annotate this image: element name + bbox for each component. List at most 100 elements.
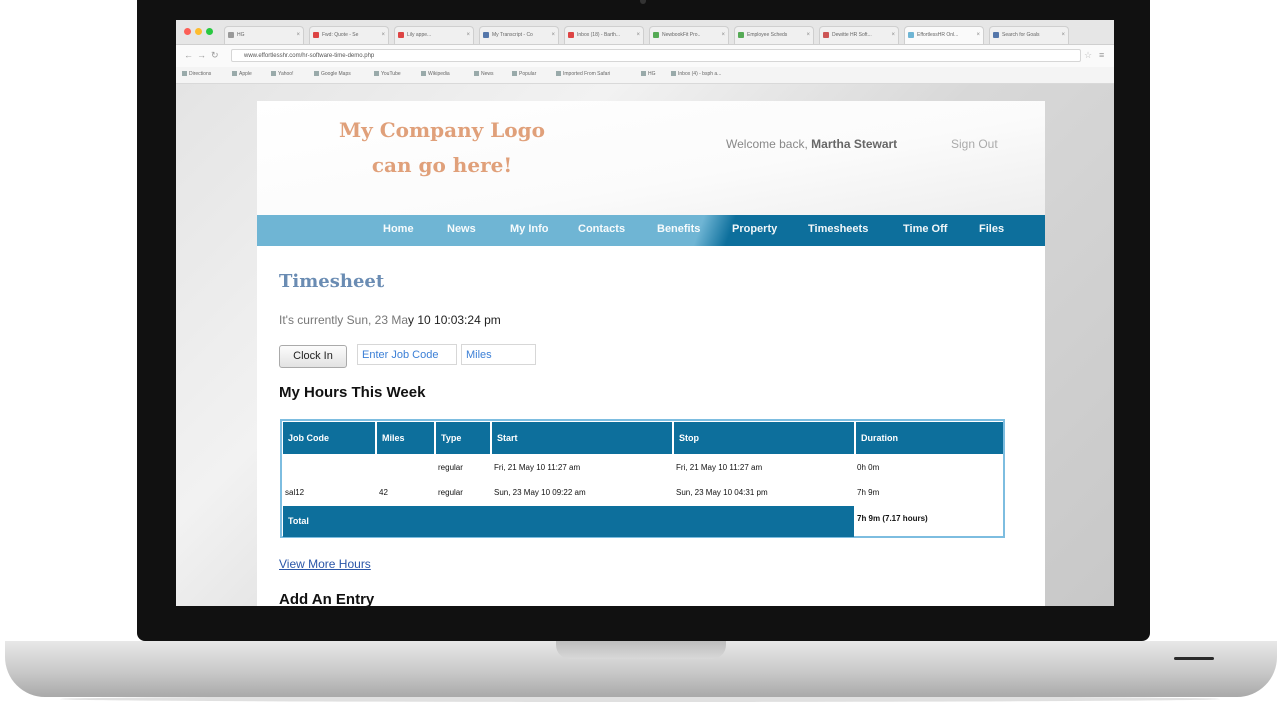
close-tab-icon[interactable]: × <box>466 27 470 44</box>
close-tab-icon[interactable]: × <box>381 27 385 44</box>
welcome-prefix: Welcome back, <box>726 137 808 151</box>
browser-tab[interactable]: Search for Goals × <box>989 26 1069 44</box>
bookmark-star-icon[interactable]: ☆ <box>1084 50 1092 60</box>
bookmark-item[interactable]: Wikipedia <box>421 67 450 81</box>
bookmark-item[interactable]: Apple <box>232 67 252 81</box>
favicon-icon <box>908 32 914 38</box>
nav-files[interactable]: Files <box>979 215 1004 244</box>
page-title: Timesheet <box>279 271 385 292</box>
browser-tab[interactable]: My Transcript - Co × <box>479 26 559 44</box>
gmail-icon <box>568 32 574 38</box>
user-name: Martha Stewart <box>811 137 898 151</box>
nav-time-off[interactable]: Time Off <box>903 215 947 244</box>
close-tab-icon[interactable]: × <box>636 27 640 44</box>
tab-label: Employee Scheds <box>747 32 788 38</box>
bookmark-item[interactable]: Google Maps <box>314 67 351 81</box>
browser-tab[interactable]: NewbookFit Pro.. × <box>649 26 729 44</box>
browser-tab[interactable]: Dewitte HR Soft... × <box>819 26 899 44</box>
bookmark-item[interactable]: News <box>474 67 494 81</box>
tab-label: NewbookFit Pro.. <box>662 32 701 38</box>
nav-my-info[interactable]: My Info <box>510 215 549 244</box>
bookmark-item[interactable]: Yahoo! <box>271 67 293 81</box>
welcome-message: Welcome back, Martha Stewart <box>726 137 897 151</box>
current-time-prefix: It's currently Sun, 23 Ma <box>279 313 409 327</box>
nav-benefits[interactable]: Benefits <box>657 215 700 244</box>
current-time-value: y 10 10:03:24 pm <box>408 313 501 327</box>
cell-start: Sun, 23 May 10 09:22 am <box>494 488 586 497</box>
cell-type: regular <box>438 463 463 472</box>
close-tab-icon[interactable]: × <box>806 27 810 44</box>
company-logo-line1: My Company Logo <box>339 118 545 142</box>
cell-start: Fri, 21 May 10 11:27 am <box>494 463 581 472</box>
back-arrow-icon[interactable]: ← <box>184 50 193 60</box>
favicon-icon <box>738 32 744 38</box>
close-tab-icon[interactable]: × <box>721 27 725 44</box>
nav-news[interactable]: News <box>447 215 476 244</box>
bookmark-item[interactable]: HG <box>641 67 656 81</box>
bookmark-item[interactable]: Inbox (4) - bsph a... <box>671 67 721 81</box>
total-label: Total <box>283 506 854 537</box>
tab-label: Inbox (18) - Barth... <box>577 32 621 38</box>
tab-label: Lily appe... <box>407 32 432 38</box>
close-tab-icon[interactable]: × <box>1061 27 1065 44</box>
sign-out-link[interactable]: Sign Out <box>951 137 998 151</box>
close-tab-icon[interactable]: × <box>891 27 895 44</box>
miles-input[interactable]: Miles <box>461 344 536 365</box>
nav-contacts[interactable]: Contacts <box>578 215 625 244</box>
column-header: Miles <box>377 422 434 454</box>
cell-type: regular <box>438 488 463 497</box>
column-header: Type <box>436 422 490 454</box>
clock-in-button[interactable]: Clock In <box>279 345 347 368</box>
hours-heading: My Hours This Week <box>279 384 426 401</box>
reload-icon[interactable]: ↻ <box>211 50 219 60</box>
column-header: Duration <box>856 422 1003 454</box>
nav-home[interactable]: Home <box>383 215 414 244</box>
cell-stop: Fri, 21 May 10 11:27 am <box>676 463 763 472</box>
maximize-window-icon[interactable] <box>206 28 213 35</box>
tab-label: Dewitte HR Soft... <box>832 32 872 38</box>
close-tab-icon[interactable]: × <box>551 27 555 44</box>
browser-tab[interactable]: HG × <box>224 26 304 44</box>
browser-tab-active[interactable]: EffortlessHR Onl... × <box>904 26 984 44</box>
browser-tab[interactable]: Lily appe... × <box>394 26 474 44</box>
total-value: 7h 9m (7.17 hours) <box>857 514 928 523</box>
column-header: Start <box>492 422 672 454</box>
tab-label: EffortlessHR Onl... <box>917 32 959 38</box>
current-time: It's currently Sun, 23 May 10 10:03:24 p… <box>279 313 501 327</box>
laptop-screen: HG × Fwd: Quote - Se × Lily appe... × My Tr… <box>176 20 1114 606</box>
job-code-input[interactable]: Enter Job Code <box>357 344 457 365</box>
view-more-hours-link[interactable]: View More Hours <box>279 557 371 571</box>
browser-tab[interactable]: Employee Scheds × <box>734 26 814 44</box>
tab-label: My Transcript - Co <box>492 32 533 38</box>
column-header: Stop <box>674 422 854 454</box>
cell-miles: 42 <box>379 488 388 497</box>
minimize-window-icon[interactable] <box>195 28 202 35</box>
bookmark-item[interactable]: YouTube <box>374 67 401 81</box>
nav-timesheets[interactable]: Timesheets <box>808 215 868 244</box>
cell-stop: Sun, 23 May 10 04:31 pm <box>676 488 768 497</box>
hours-table: Job Code Miles Type Start Stop Duration … <box>280 419 1005 538</box>
favicon-icon <box>993 32 999 38</box>
close-tab-icon[interactable]: × <box>976 27 980 44</box>
menu-icon[interactable]: ≡ <box>1099 50 1104 60</box>
forward-arrow-icon[interactable]: → <box>197 50 206 60</box>
browser-tab[interactable]: Fwd: Quote - Se × <box>309 26 389 44</box>
browser-tab[interactable]: Inbox (18) - Barth... × <box>564 26 644 44</box>
column-header: Job Code <box>283 422 375 454</box>
url-field[interactable]: www.effortlesshr.com/hr-software-time-de… <box>231 49 1081 62</box>
favicon-icon <box>653 32 659 38</box>
close-window-icon[interactable] <box>184 28 191 35</box>
add-entry-heading: Add An Entry <box>279 591 375 606</box>
cell-duration: 0h 0m <box>857 463 880 472</box>
cell-duration: 7h 9m <box>857 488 880 497</box>
bookmark-item[interactable]: Imported From Safari <box>556 67 610 81</box>
page-content: My Company Logo can go here! Welcome bac… <box>257 101 1045 606</box>
close-tab-icon[interactable]: × <box>296 27 300 44</box>
nav-property[interactable]: Property <box>732 215 777 244</box>
favicon-icon <box>823 32 829 38</box>
company-logo-line2: can go here! <box>371 153 513 177</box>
tab-label: HG <box>237 32 245 38</box>
bookmark-item[interactable]: Popular <box>512 67 536 81</box>
bookmark-item[interactable]: Directions <box>182 67 211 81</box>
cell-job-code: sal12 <box>285 488 305 497</box>
